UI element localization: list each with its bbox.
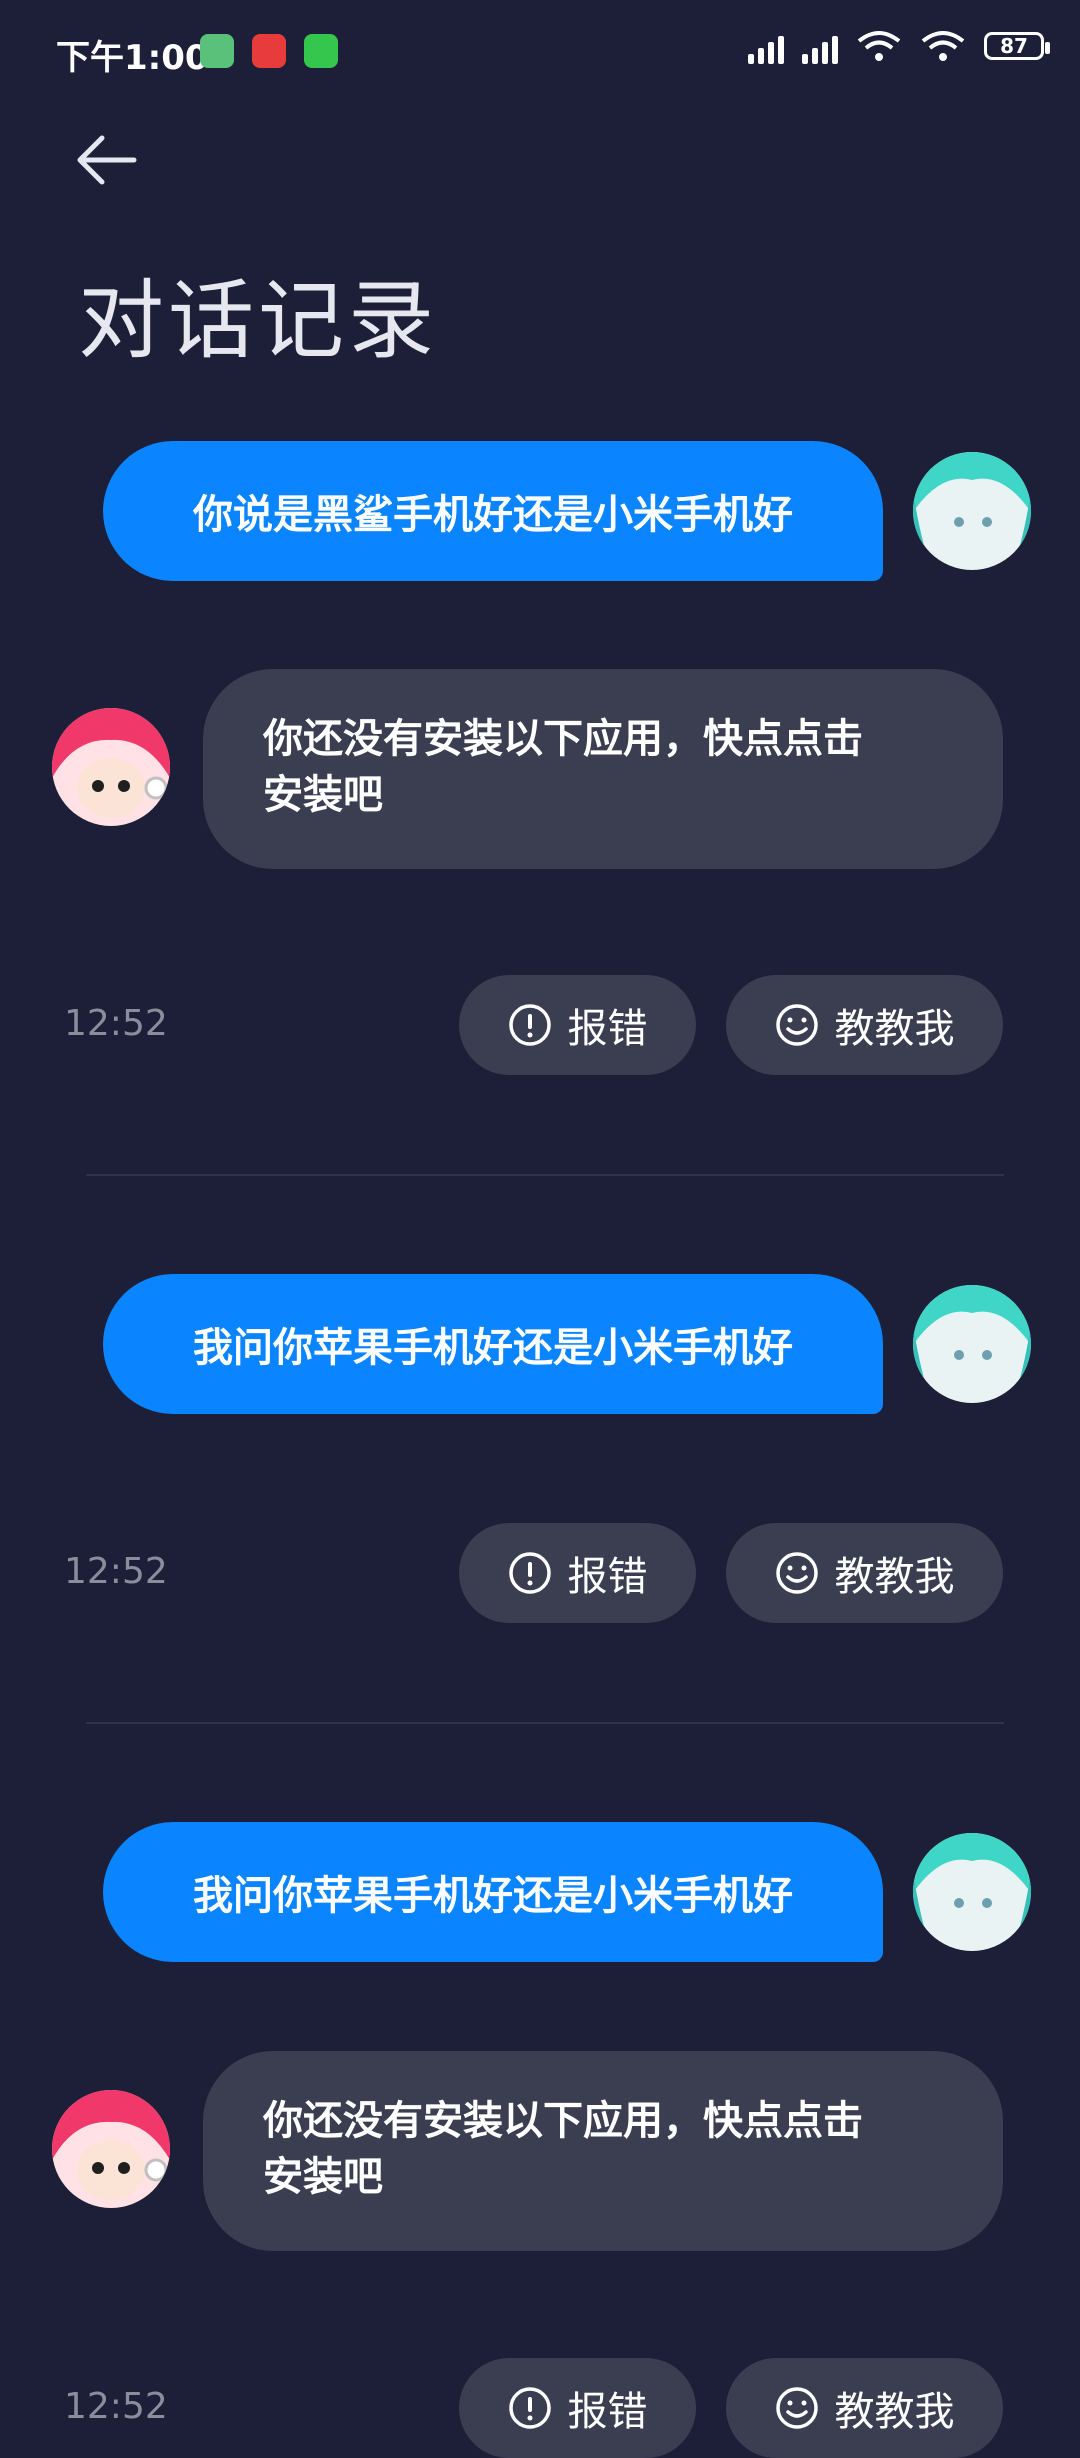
- teach-me-button[interactable]: 教教我: [726, 2358, 1003, 2458]
- divider: [86, 1722, 1004, 1724]
- exclamation-circle-icon: [508, 1552, 551, 1594]
- user-avatar[interactable]: [913, 452, 1031, 570]
- smiley-icon: [775, 1004, 818, 1046]
- report-error-button[interactable]: 报错: [459, 1523, 696, 1623]
- user-message-bubble[interactable]: 你说是黑鲨手机好还是小米手机好: [103, 441, 883, 581]
- teach-me-button[interactable]: 教教我: [726, 975, 1003, 1075]
- system-icons: 87: [748, 28, 1050, 64]
- app-notification-icon: [200, 34, 234, 68]
- exclamation-circle-icon: [508, 2387, 551, 2429]
- smiley-icon: [775, 1552, 818, 1594]
- bot-avatar[interactable]: [52, 708, 170, 826]
- wifi-6-icon: [921, 31, 965, 61]
- smiley-icon: [775, 2387, 818, 2429]
- signal-icon: [748, 28, 784, 64]
- bot-message-line: 安装吧: [263, 2154, 383, 2200]
- user-avatar[interactable]: [913, 1285, 1031, 1403]
- teach-me-label: 教教我: [834, 2389, 955, 2435]
- message-time: 12:52: [64, 2386, 168, 2427]
- divider: [86, 1174, 1004, 1176]
- report-error-button[interactable]: 报错: [459, 975, 696, 1075]
- battery-icon: 87: [984, 32, 1050, 60]
- teach-me-label: 教教我: [834, 1006, 955, 1052]
- teach-me-button[interactable]: 教教我: [726, 1523, 1003, 1623]
- bot-avatar[interactable]: [52, 2090, 170, 2208]
- exclamation-circle-icon: [508, 1004, 551, 1046]
- app-notification-icon: [252, 34, 286, 68]
- bot-message-line: 你还没有安装以下应用，快点点击: [263, 2098, 863, 2144]
- back-arrow-icon[interactable]: [72, 130, 142, 190]
- signal-hd-icon: [802, 28, 838, 64]
- status-bar: 下午1:00 87: [0, 0, 1080, 100]
- bot-message-line: 你还没有安装以下应用，快点点击: [263, 716, 863, 762]
- page-title: 对话记录: [78, 271, 438, 371]
- report-error-label: 报错: [567, 1006, 648, 1052]
- user-avatar[interactable]: [913, 1833, 1031, 1951]
- status-time: 下午1:00: [56, 38, 209, 78]
- notification-icons: [200, 34, 338, 68]
- report-error-button[interactable]: 报错: [459, 2358, 696, 2458]
- user-message-bubble[interactable]: 我问你苹果手机好还是小米手机好: [103, 1822, 883, 1962]
- app-notification-icon: [304, 34, 338, 68]
- user-message-bubble[interactable]: 我问你苹果手机好还是小米手机好: [103, 1274, 883, 1414]
- report-error-label: 报错: [567, 1554, 648, 1600]
- message-time: 12:52: [64, 1003, 168, 1044]
- wifi-icon: [857, 31, 901, 61]
- message-time: 12:52: [64, 1551, 168, 1592]
- bot-message-bubble[interactable]: 你还没有安装以下应用，快点点击 安装吧: [203, 2051, 1003, 2251]
- bot-message-bubble[interactable]: 你还没有安装以下应用，快点点击 安装吧: [203, 669, 1003, 869]
- report-error-label: 报错: [567, 2389, 648, 2435]
- bot-message-line: 安装吧: [263, 772, 383, 818]
- teach-me-label: 教教我: [834, 1554, 955, 1600]
